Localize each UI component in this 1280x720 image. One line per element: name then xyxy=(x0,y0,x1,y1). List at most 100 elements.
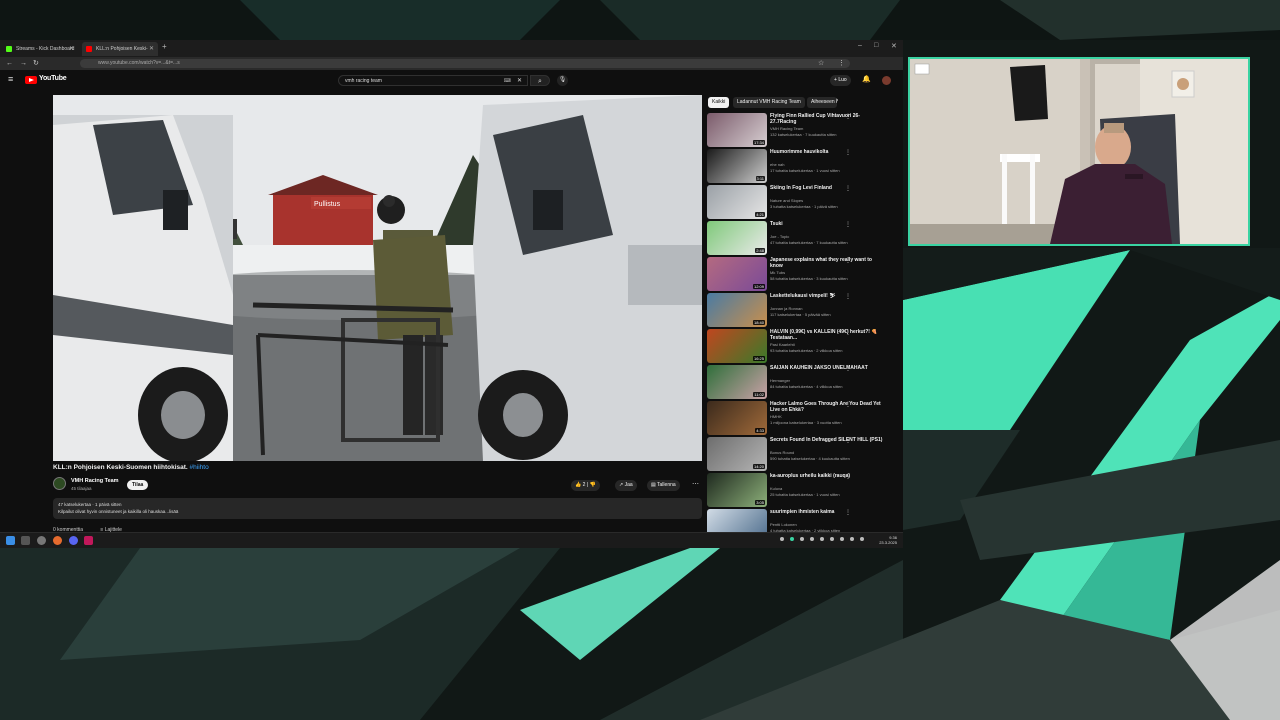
more-options-icon[interactable]: ⋮ xyxy=(845,509,851,516)
search-input[interactable]: vmh racing team ⌨ ✕ xyxy=(338,75,528,86)
share-button[interactable]: ↗ Jaa xyxy=(615,480,637,491)
recommended-video-title[interactable]: Flying Finn Rallied Cup Vihtavuori 26-27… xyxy=(770,113,885,125)
recommended-video-channel[interactable]: Kuluva xyxy=(770,486,782,491)
like-dislike-button[interactable]: 👍 2 | 👎 xyxy=(571,480,600,491)
video-thumbnail[interactable]: 14:20 xyxy=(707,437,767,471)
subscribe-button[interactable]: Tilaa xyxy=(127,480,149,490)
forward-icon[interactable]: → xyxy=(20,59,27,68)
recommended-video-channel[interactable]: Pasi Kaarlehti xyxy=(770,342,795,347)
chip-all[interactable]: Kaikki xyxy=(708,97,730,108)
recommended-video[interactable]: 11:02 SAIJAN KAUHEIN JAKSO UNELMAHÄÄT Herm… xyxy=(707,365,897,399)
recommended-video-channel[interactable]: Pentti Lokonen xyxy=(770,522,797,527)
chip-uploaded-by-channel[interactable]: Ladannut VMH Racing Team xyxy=(733,97,805,108)
recommended-video-channel[interactable]: HMHK xyxy=(770,414,782,419)
back-icon[interactable]: ← xyxy=(6,59,13,68)
recommended-video[interactable]: 4:33 Hacker Lalmo Goes Through Are You De… xyxy=(707,401,897,435)
notifications-icon[interactable]: 🔔 xyxy=(862,75,871,83)
thumbs-up-icon[interactable]: 👍 xyxy=(575,482,581,488)
more-options-icon[interactable]: ⋮ xyxy=(845,329,851,336)
video-thumbnail[interactable]: 3:05 xyxy=(707,473,767,507)
recommended-video-channel[interactable]: Jonnan ja Ronnan xyxy=(770,306,802,311)
description-box[interactable]: 47 katselukertaa · 1 päivä sitten Kilpai… xyxy=(53,498,702,519)
video-thumbnail[interactable]: 4:21 xyxy=(707,185,767,219)
taskbar-clock[interactable]: 9.36 23.3.2025 xyxy=(879,535,897,545)
youtube-logo-icon[interactable] xyxy=(25,76,37,84)
star-icon[interactable]: ☆ xyxy=(818,59,824,68)
tray-icon[interactable] xyxy=(800,537,804,541)
settings-icon[interactable] xyxy=(37,536,46,545)
video-thumbnail[interactable]: 12:09 xyxy=(707,257,767,291)
more-options-icon[interactable]: ⋮ xyxy=(845,365,851,372)
recommended-video-title[interactable]: SAIJAN KAUHEIN JAKSO UNELMAHÄÄT xyxy=(770,365,885,371)
recommended-video-title[interactable]: Skiing In Fog Levi Finland xyxy=(770,185,885,191)
video-thumbnail[interactable]: 11:02 xyxy=(707,365,767,399)
recommended-video-title[interactable]: Tsuki xyxy=(770,221,885,227)
recommended-video-title[interactable]: HALVIN (0,99€) vs KALLEIN (49€) herkut?!… xyxy=(770,329,885,341)
video-thumbnail[interactable]: 4:33 xyxy=(707,401,767,435)
recommended-video[interactable]: 16:25 HALVIN (0,99€) vs KALLEIN (49€) her… xyxy=(707,329,897,363)
extensions-icon[interactable]: ⋮ xyxy=(838,59,845,68)
more-options-icon[interactable]: ⋮ xyxy=(845,293,851,300)
more-options-icon[interactable]: ⋮ xyxy=(845,257,851,264)
account-avatar[interactable] xyxy=(882,76,891,85)
recommended-video[interactable]: 17:34 Flying Finn Rallied Cup Vihtavuori … xyxy=(707,113,897,147)
recommended-video-channel[interactable]: Bonus Round xyxy=(770,450,794,455)
maximize-icon[interactable]: □ xyxy=(874,42,878,49)
recommended-video[interactable]: 18:40 Laskettelukausi vimpeli! ⛷ Jonnan ja… xyxy=(707,293,897,327)
video-thumbnail[interactable]: 17:34 xyxy=(707,113,767,147)
more-options-icon[interactable]: ⋮ xyxy=(845,221,851,228)
minimize-icon[interactable]: – xyxy=(858,42,862,49)
tab-youtube-video[interactable]: KLL:n Pohjoisen Keski-Suomen... ✕ xyxy=(82,42,158,66)
voice-search-icon[interactable]: 🎙 xyxy=(557,75,568,86)
channel-avatar[interactable] xyxy=(53,477,66,490)
recommended-video-channel[interactable]: Nature and Slopes xyxy=(770,198,803,203)
recommended-video-channel[interactable]: VMH Racing Team xyxy=(770,126,803,131)
clear-search-icon[interactable]: ✕ xyxy=(517,76,522,87)
thumbs-down-icon[interactable]: 👎 xyxy=(590,482,596,488)
search-icon[interactable] xyxy=(21,536,30,545)
chip-related[interactable]: Aiheeseen liittyvät xyxy=(807,97,837,108)
video-thumbnail[interactable]: 3:11 xyxy=(707,149,767,183)
video-hashtag[interactable]: #hiihto xyxy=(190,464,209,471)
channel-name[interactable]: VMH Racing Team xyxy=(71,478,119,484)
video-player[interactable]: Pullistus xyxy=(53,95,702,461)
video-thumbnail[interactable]: 16:25 xyxy=(707,329,767,363)
recommended-video-title[interactable]: Laskettelukausi vimpeli! ⛷ xyxy=(770,293,885,299)
tab-kick-dashboard[interactable]: Streams - Kick Dashboard ✕ xyxy=(2,42,78,56)
video-thumbnail[interactable]: 2:48 xyxy=(707,221,767,255)
tray-icon[interactable] xyxy=(860,537,864,541)
recommended-video[interactable]: 14:20 Secrets Found In Defragged SILENT H… xyxy=(707,437,897,471)
keyboard-icon[interactable]: ⌨ xyxy=(504,76,511,87)
close-icon[interactable]: ✕ xyxy=(69,42,74,56)
tray-icon[interactable] xyxy=(820,537,824,541)
recommended-video-title[interactable]: Huumorimme hauvikolta xyxy=(770,149,885,155)
recommended-video-title[interactable]: Secrets Found In Defragged SILENT HILL (… xyxy=(770,437,885,443)
video-thumbnail[interactable]: 18:40 xyxy=(707,293,767,327)
volume-icon[interactable] xyxy=(840,537,844,541)
search-button[interactable]: ⌕ xyxy=(530,75,550,86)
tray-icon[interactable] xyxy=(810,537,814,541)
recommended-video[interactable]: 3:05 ka-auroplus urheilu kaikki (rauqa) Ku… xyxy=(707,473,897,507)
save-button[interactable]: ▤ Tallenna xyxy=(647,480,680,491)
recommended-video-title[interactable]: suurimpien ihmisten kaima xyxy=(770,509,885,515)
recommended-video-channel[interactable]: Mk Tubs xyxy=(770,270,785,275)
create-button[interactable]: + Luo xyxy=(830,75,851,86)
more-options-icon[interactable]: ⋮ xyxy=(845,185,851,192)
recommended-video-title[interactable]: Japanese explains what they really want … xyxy=(770,257,885,269)
discord-icon[interactable] xyxy=(69,536,78,545)
battery-icon[interactable] xyxy=(850,537,854,541)
more-options-icon[interactable]: ⋮ xyxy=(845,149,851,156)
youtube-wordmark[interactable]: YouTube xyxy=(39,75,67,82)
network-icon[interactable] xyxy=(830,537,834,541)
more-actions-icon[interactable]: ⋯ xyxy=(692,480,699,488)
firefox-icon[interactable] xyxy=(53,536,62,545)
recommended-video-channel[interactable]: Joe - Topic xyxy=(770,234,789,239)
reload-icon[interactable]: ↻ xyxy=(33,59,39,68)
more-options-icon[interactable]: ⋮ xyxy=(845,437,851,444)
tray-icon[interactable] xyxy=(780,537,784,541)
close-icon[interactable]: ✕ xyxy=(149,42,154,56)
recommended-video-channel[interactable]: Hermanger xyxy=(770,378,790,383)
windows-start-icon[interactable] xyxy=(6,536,15,545)
recommended-video-title[interactable]: Hacker Lalmo Goes Through Are You Dead Y… xyxy=(770,401,885,413)
recommended-video-title[interactable]: ka-auroplus urheilu kaikki (rauqa) xyxy=(770,473,885,479)
